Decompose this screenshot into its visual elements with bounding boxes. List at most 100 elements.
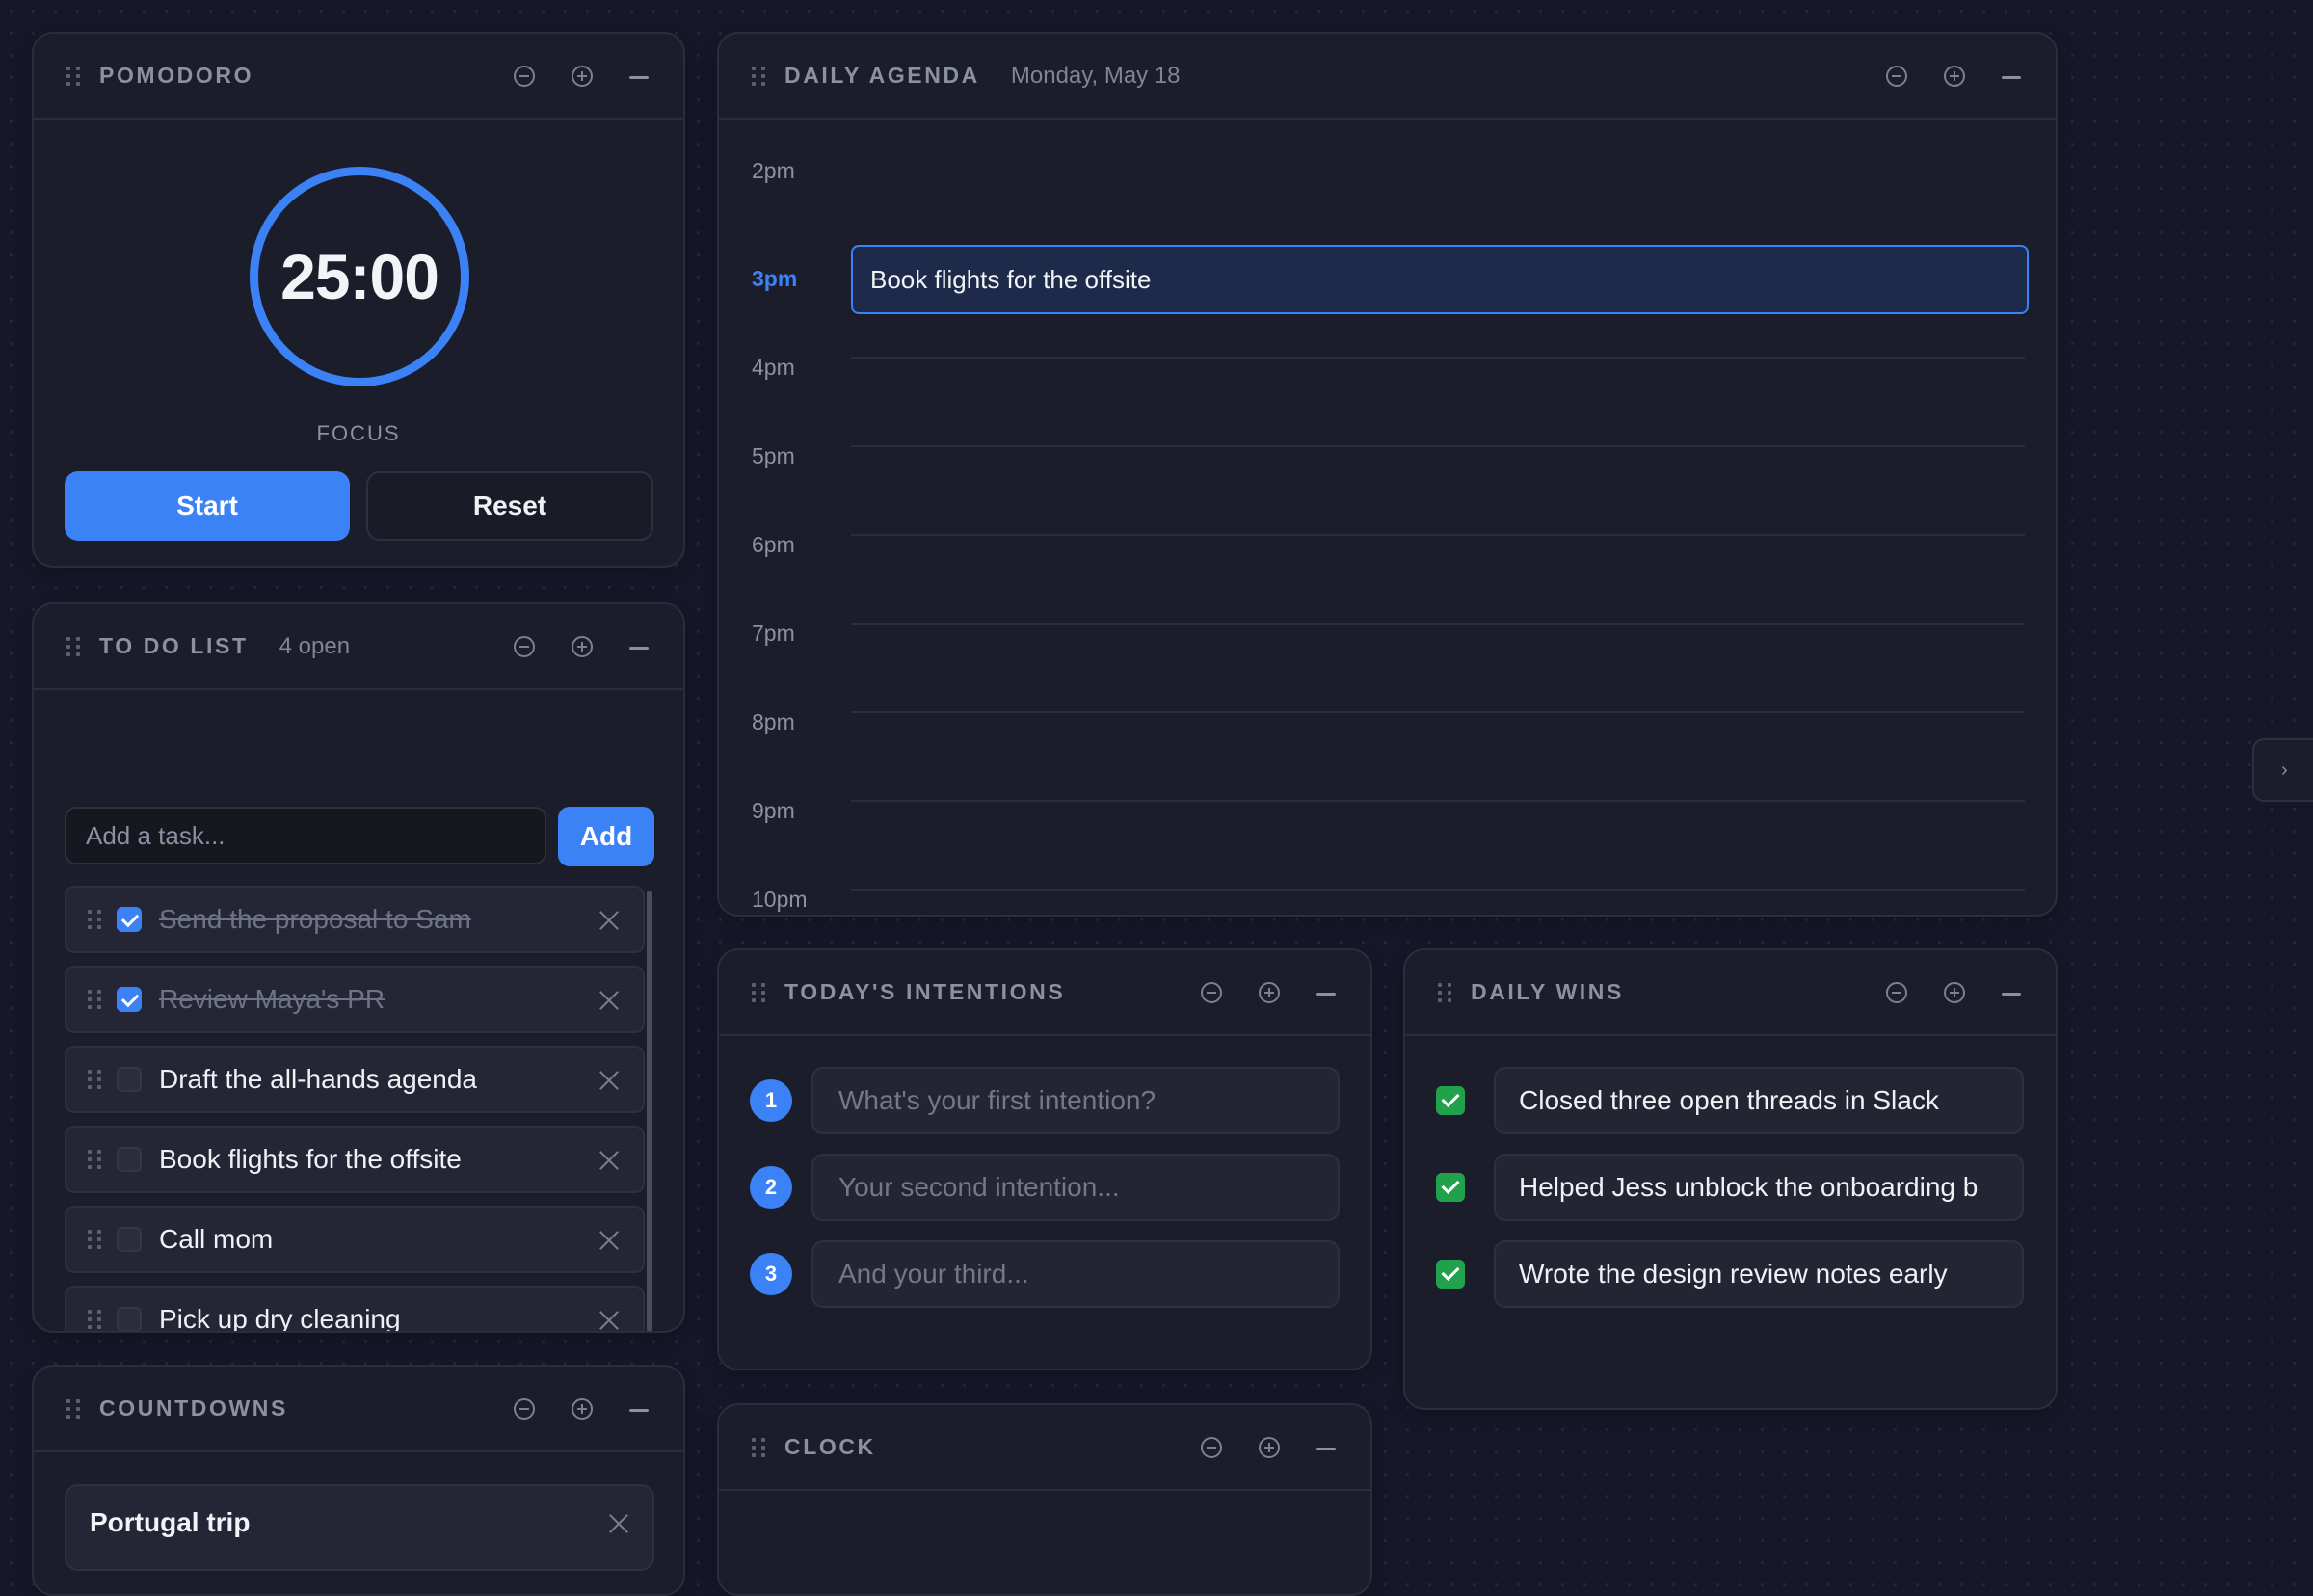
hour-label: 7pm — [752, 621, 795, 646]
close-icon[interactable] — [598, 910, 620, 931]
add-task-input[interactable]: Add a task... — [65, 807, 546, 864]
minimize-icon[interactable] — [629, 647, 649, 650]
checkbox-icon[interactable] — [117, 1147, 142, 1172]
close-icon[interactable] — [598, 990, 620, 1011]
hour-divider — [851, 889, 2025, 891]
minimize-icon[interactable] — [2002, 76, 2021, 79]
zoom-in-icon[interactable] — [572, 1397, 593, 1420]
check-icon — [1436, 1086, 1465, 1115]
close-icon[interactable] — [598, 1070, 620, 1091]
pomodoro-widget: POMODORO 25:00 FOCUS Start Reset — [32, 32, 685, 568]
drag-handle-icon[interactable] — [1438, 982, 1451, 1002]
widget-title: TO DO LIST — [99, 633, 249, 658]
close-icon[interactable] — [598, 1230, 620, 1251]
widget-header: TODAY'S INTENTIONS — [719, 950, 1370, 1036]
widget-title: POMODORO — [99, 63, 254, 88]
drag-handle-icon[interactable] — [88, 1230, 101, 1249]
list-item[interactable]: Review Maya's PR — [65, 966, 645, 1033]
countdowns-widget: COUNTDOWNS Portugal trip — [32, 1365, 685, 1596]
timer-ring: 25:00 — [250, 167, 469, 386]
zoom-out-icon[interactable] — [1201, 981, 1222, 1003]
zoom-in-icon[interactable] — [1259, 981, 1280, 1003]
task-text: Call mom — [159, 1224, 274, 1254]
clock-widget: CLOCK — [717, 1403, 1372, 1596]
checkbox-icon[interactable] — [117, 1307, 142, 1331]
intention-input[interactable]: What's your first intention? — [811, 1067, 1340, 1134]
intention-input[interactable]: And your third... — [811, 1240, 1340, 1308]
drag-handle-icon[interactable] — [88, 1150, 101, 1169]
widget-title: DAILY AGENDA — [784, 63, 980, 88]
win-input[interactable]: Closed three open threads in Slack — [1494, 1067, 2024, 1134]
hour-divider — [851, 357, 2025, 359]
drag-handle-icon[interactable] — [88, 1070, 101, 1089]
drag-handle-icon[interactable] — [66, 636, 80, 656]
drag-handle-icon[interactable] — [752, 66, 765, 86]
wins-widget: DAILY WINS Closed three open threads in … — [1403, 948, 2058, 1410]
agenda-event[interactable]: Book flights for the offsite — [851, 245, 2029, 314]
drag-handle-icon[interactable] — [752, 982, 765, 1002]
timer-mode-label: FOCUS — [316, 421, 401, 445]
countdown-label: Portugal trip — [90, 1507, 251, 1537]
checkbox-icon[interactable] — [117, 1067, 142, 1092]
zoom-in-icon[interactable] — [572, 635, 593, 657]
zoom-out-icon[interactable] — [514, 635, 535, 657]
close-icon[interactable] — [598, 1310, 620, 1331]
reset-button[interactable]: Reset — [366, 471, 653, 541]
drag-handle-icon[interactable] — [88, 1310, 101, 1329]
list-item[interactable]: Send the proposal to Sam — [65, 886, 645, 953]
intention-row: 2 Your second intention... — [750, 1154, 1340, 1221]
win-input[interactable]: Wrote the design review notes early — [1494, 1240, 2024, 1308]
close-icon[interactable] — [608, 1513, 629, 1534]
checkbox-icon[interactable] — [117, 1227, 142, 1252]
win-input[interactable]: Helped Jess unblock the onboarding b — [1494, 1154, 2024, 1221]
timer-display: 25:00 — [280, 241, 439, 312]
agenda-date: Monday, May 18 — [1010, 62, 1181, 89]
open-count: 4 open — [279, 632, 351, 659]
drag-handle-icon[interactable] — [66, 66, 80, 86]
drag-handle-icon[interactable] — [88, 990, 101, 1009]
todo-scrollbar[interactable] — [647, 891, 652, 1331]
zoom-in-icon[interactable] — [1944, 981, 1965, 1003]
list-item[interactable]: Pick up dry cleaning — [65, 1286, 645, 1331]
minimize-icon[interactable] — [1316, 993, 1336, 996]
task-text: Book flights for the offsite — [159, 1144, 462, 1174]
add-task-button[interactable]: Add — [558, 807, 654, 866]
hour-label: 5pm — [752, 443, 795, 468]
intention-input[interactable]: Your second intention... — [811, 1154, 1340, 1221]
intention-row: 1 What's your first intention? — [750, 1067, 1340, 1134]
task-text: Send the proposal to Sam — [159, 904, 471, 934]
list-item[interactable]: Draft the all-hands agenda — [65, 1046, 645, 1113]
widget-header: DAILY WINS — [1405, 950, 2056, 1036]
win-row: Closed three open threads in Slack — [1436, 1067, 2024, 1134]
start-button[interactable]: Start — [65, 471, 350, 541]
drag-handle-icon[interactable] — [88, 910, 101, 929]
minimize-icon[interactable] — [629, 1409, 649, 1412]
todo-widget: TO DO LIST 4 open Add a task... Add Send… — [32, 602, 685, 1333]
hour-label: 2pm — [752, 158, 795, 183]
widget-header: POMODORO — [34, 34, 683, 120]
zoom-in-icon[interactable] — [1259, 1436, 1280, 1458]
list-item[interactable]: Book flights for the offsite — [65, 1126, 645, 1193]
zoom-out-icon[interactable] — [514, 1397, 535, 1420]
zoom-out-icon[interactable] — [1886, 981, 1907, 1003]
zoom-out-icon[interactable] — [514, 65, 535, 87]
checkbox-icon[interactable] — [117, 907, 142, 932]
task-text: Review Maya's PR — [159, 984, 386, 1014]
chevron-right-icon[interactable]: › — [2252, 738, 2313, 802]
close-icon[interactable] — [598, 1150, 620, 1171]
minimize-icon[interactable] — [1316, 1448, 1336, 1450]
hour-label: 4pm — [752, 355, 795, 380]
checkbox-icon[interactable] — [117, 987, 142, 1012]
zoom-in-icon[interactable] — [572, 65, 593, 87]
list-item[interactable]: Call mom — [65, 1206, 645, 1273]
minimize-icon[interactable] — [629, 76, 649, 79]
zoom-in-icon[interactable] — [1944, 65, 1965, 87]
zoom-out-icon[interactable] — [1201, 1436, 1222, 1458]
drag-handle-icon[interactable] — [66, 1398, 80, 1419]
countdown-item[interactable]: Portugal trip — [65, 1484, 654, 1571]
hour-divider — [851, 445, 2025, 447]
drag-handle-icon[interactable] — [752, 1437, 765, 1457]
zoom-out-icon[interactable] — [1886, 65, 1907, 87]
win-row: Wrote the design review notes early — [1436, 1240, 2024, 1308]
minimize-icon[interactable] — [2002, 993, 2021, 996]
